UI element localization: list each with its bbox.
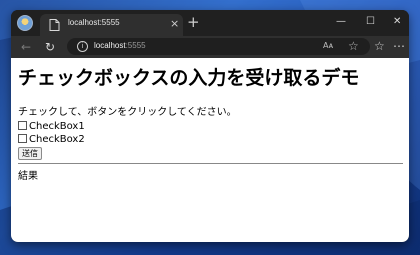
checkbox1-label: CheckBox1 xyxy=(29,121,85,132)
title-bar: localhost:5555 × + — ☐ ✕ xyxy=(11,10,409,36)
page-icon xyxy=(49,19,60,31)
more-menu-icon[interactable]: ⋯ xyxy=(393,38,405,54)
close-window-icon[interactable]: ✕ xyxy=(393,14,401,30)
profile-avatar[interactable] xyxy=(17,15,33,31)
favorites-icon[interactable]: ☆ xyxy=(374,38,385,54)
checkbox2-box[interactable] xyxy=(18,134,27,143)
back-icon[interactable]: ← xyxy=(21,39,31,55)
page-title: チェックボックスの入力を受け取るデモ xyxy=(18,67,360,89)
checkbox1-row[interactable]: CheckBox1 xyxy=(18,120,85,133)
minimize-icon[interactable]: — xyxy=(336,14,346,30)
submit-button[interactable]: 送信 xyxy=(18,147,42,160)
url-port: :5555 xyxy=(125,41,146,50)
tab-close-icon[interactable]: × xyxy=(170,15,179,33)
site-info-icon[interactable]: i xyxy=(77,41,88,52)
page-content: チェックボックスの入力を受け取るデモ チェックして、ボタンをクリックしてください… xyxy=(11,58,409,242)
add-favorite-icon[interactable]: ☆ xyxy=(348,38,359,54)
browser-toolbar: ← ↻ i localhost:5555 Aᴀ ☆ ☆ ⋯ xyxy=(11,36,409,58)
address-bar[interactable]: i localhost:5555 Aᴀ ☆ xyxy=(67,38,370,55)
result-label: 結果 xyxy=(18,171,38,182)
checkbox1-box[interactable] xyxy=(18,121,27,130)
new-tab-icon[interactable]: + xyxy=(187,12,200,32)
checkbox2-row[interactable]: CheckBox2 xyxy=(18,133,85,146)
browser-window: localhost:5555 × + — ☐ ✕ ← ↻ i localhost… xyxy=(11,10,409,242)
divider xyxy=(18,163,403,164)
address-url[interactable]: localhost:5555 xyxy=(94,41,146,50)
tab-title: localhost:5555 xyxy=(68,18,120,27)
maximize-icon[interactable]: ☐ xyxy=(366,14,375,30)
tab-localhost[interactable]: localhost:5555 × xyxy=(40,14,183,36)
checkbox2-label: CheckBox2 xyxy=(29,134,85,145)
read-aloud-icon[interactable]: Aᴀ xyxy=(323,40,333,52)
url-host: localhost xyxy=(94,41,126,50)
reload-icon[interactable]: ↻ xyxy=(45,39,55,55)
instruction-text: チェックして、ボタンをクリックしてください。 xyxy=(18,107,237,118)
